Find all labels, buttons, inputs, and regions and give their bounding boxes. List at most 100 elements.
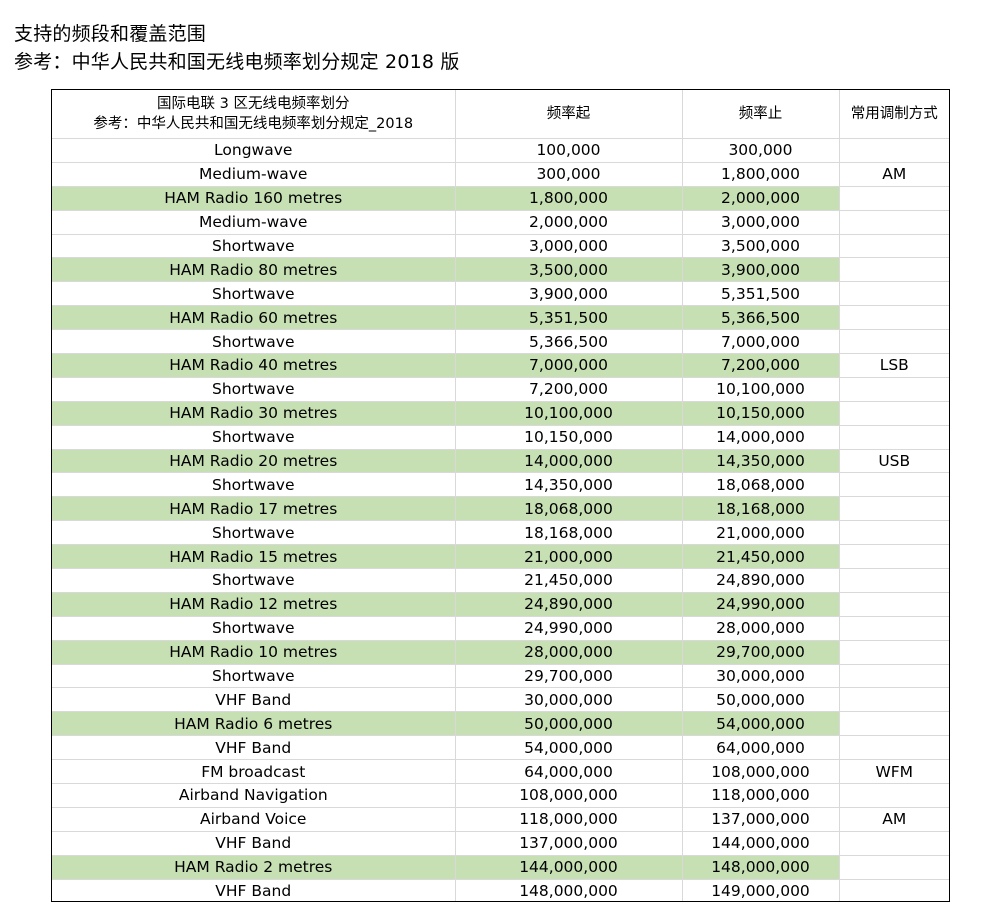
table-row: HAM Radio 17 metres 18,068,000 18,168,000 <box>52 496 949 522</box>
band-name-cell: VHF Band <box>52 830 456 856</box>
modulation-cell <box>838 305 949 331</box>
table-row: Airband Navigation 108,000,000 118,000,000 <box>52 783 949 808</box>
modulation-cell <box>838 520 949 546</box>
band-name-cell: Shortwave <box>52 472 456 498</box>
end-frequency-cell: 5,366,500 <box>681 305 840 331</box>
modulation-cell <box>838 735 949 761</box>
start-frequency-cell: 7,000,000 <box>454 353 683 378</box>
band-name-cell: Shortwave <box>52 615 456 641</box>
modulation-cell <box>838 233 949 259</box>
table-row: Shortwave 18,168,000 21,000,000 <box>52 520 949 546</box>
table-row: Shortwave 14,350,000 18,068,000 <box>52 472 949 498</box>
modulation-cell <box>838 854 949 880</box>
start-frequency-cell: 148,000,000 <box>454 878 683 901</box>
start-frequency-cell: 100,000 <box>454 138 683 163</box>
page-title: 支持的频段和覆盖范围 <box>14 23 207 45</box>
end-frequency-cell: 300,000 <box>681 138 840 163</box>
header-band-line2: 参考：中华人民共和国无线电频率划分规定_2018 <box>93 116 414 132</box>
table-row: Shortwave 21,450,000 24,890,000 <box>52 568 949 593</box>
table-row: HAM Radio 80 metres 3,500,000 3,900,000 <box>52 257 949 283</box>
start-frequency-cell: 21,000,000 <box>454 544 683 570</box>
modulation-cell <box>838 281 949 307</box>
band-name-cell: Shortwave <box>52 281 456 307</box>
end-frequency-cell: 14,350,000 <box>681 448 840 474</box>
start-frequency-cell: 137,000,000 <box>454 830 683 856</box>
page-subtitle: 参考：中华人民共和国无线电频率划分规定 2018 版 <box>14 51 460 73</box>
end-frequency-cell: 144,000,000 <box>681 830 840 856</box>
end-frequency-cell: 137,000,000 <box>681 806 840 832</box>
band-name-cell: Shortwave <box>52 233 456 259</box>
start-frequency-cell: 29,700,000 <box>454 663 683 689</box>
header-band: 国际电联 3 区无线电频率划分 参考：中华人民共和国无线电频率划分规定_2018 <box>52 90 456 139</box>
table-row: Shortwave 3,900,000 5,351,500 <box>52 281 949 307</box>
modulation-cell: WFM <box>838 759 949 785</box>
start-frequency-cell: 10,100,000 <box>454 400 683 426</box>
end-frequency-cell: 64,000,000 <box>681 735 840 761</box>
start-frequency-cell: 10,150,000 <box>454 424 683 450</box>
table-row: VHF Band 54,000,000 64,000,000 <box>52 735 949 761</box>
end-frequency-cell: 148,000,000 <box>681 854 840 880</box>
table-row: Medium-wave 300,000 1,800,000 AM <box>52 161 949 187</box>
start-frequency-cell: 30,000,000 <box>454 687 683 713</box>
end-frequency-cell: 18,068,000 <box>681 472 840 498</box>
table-row: VHF Band 137,000,000 144,000,000 <box>52 830 949 856</box>
modulation-cell <box>838 591 949 617</box>
band-name-cell: Shortwave <box>52 568 456 593</box>
start-frequency-cell: 50,000,000 <box>454 711 683 737</box>
band-name-cell: Shortwave <box>52 424 456 450</box>
table-row: Shortwave 10,150,000 14,000,000 <box>52 424 949 450</box>
band-name-cell: Medium-wave <box>52 161 456 187</box>
end-frequency-cell: 28,000,000 <box>681 615 840 641</box>
band-name-cell: VHF Band <box>52 735 456 761</box>
modulation-cell: AM <box>838 806 949 832</box>
end-frequency-cell: 10,100,000 <box>681 376 840 402</box>
modulation-cell <box>838 424 949 450</box>
band-name-cell: Shortwave <box>52 329 456 355</box>
table-row: HAM Radio 160 metres 1,800,000 2,000,000 <box>52 185 949 211</box>
table-row: Shortwave 3,000,000 3,500,000 <box>52 233 949 259</box>
band-name-cell: HAM Radio 6 metres <box>52 711 456 737</box>
band-name-cell: FM broadcast <box>52 759 456 785</box>
start-frequency-cell: 2,000,000 <box>454 209 683 235</box>
band-name-cell: Shortwave <box>52 376 456 402</box>
band-name-cell: HAM Radio 40 metres <box>52 353 456 378</box>
start-frequency-cell: 21,450,000 <box>454 568 683 593</box>
table-row: HAM Radio 15 metres 21,000,000 21,450,000 <box>52 544 949 570</box>
end-frequency-cell: 21,000,000 <box>681 520 840 546</box>
modulation-cell <box>838 878 949 901</box>
end-frequency-cell: 10,150,000 <box>681 400 840 426</box>
end-frequency-cell: 3,900,000 <box>681 257 840 283</box>
band-name-cell: HAM Radio 2 metres <box>52 854 456 880</box>
modulation-cell <box>838 663 949 689</box>
frequency-table: 国际电联 3 区无线电频率划分 参考：中华人民共和国无线电频率划分规定_2018… <box>52 90 949 901</box>
modulation-cell: USB <box>838 448 949 474</box>
modulation-cell <box>838 568 949 593</box>
modulation-cell <box>838 472 949 498</box>
modulation-cell <box>838 830 949 856</box>
header-start-frequency: 频率起 <box>454 90 683 139</box>
band-name-cell: HAM Radio 12 metres <box>52 591 456 617</box>
table-row: HAM Radio 40 metres 7,000,000 7,200,000 LSB <box>52 353 949 378</box>
start-frequency-cell: 24,990,000 <box>454 615 683 641</box>
end-frequency-cell: 1,800,000 <box>681 161 840 187</box>
modulation-cell <box>838 138 949 163</box>
table-row: HAM Radio 6 metres 50,000,000 54,000,000 <box>52 711 949 737</box>
table-row: Medium-wave 2,000,000 3,000,000 <box>52 209 949 235</box>
table-row: Longwave 100,000 300,000 <box>52 138 949 163</box>
table-row: HAM Radio 60 metres 5,351,500 5,366,500 <box>52 305 949 331</box>
modulation-cell <box>838 639 949 665</box>
start-frequency-cell: 3,500,000 <box>454 257 683 283</box>
end-frequency-cell: 18,168,000 <box>681 496 840 522</box>
table-row: Shortwave 24,990,000 28,000,000 <box>52 615 949 641</box>
start-frequency-cell: 144,000,000 <box>454 854 683 880</box>
start-frequency-cell: 14,000,000 <box>454 448 683 474</box>
end-frequency-cell: 24,990,000 <box>681 591 840 617</box>
table-header-row: 国际电联 3 区无线电频率划分 参考：中华人民共和国无线电频率划分规定_2018… <box>52 90 949 139</box>
end-frequency-cell: 2,000,000 <box>681 185 840 211</box>
start-frequency-cell: 300,000 <box>454 161 683 187</box>
start-frequency-cell: 3,000,000 <box>454 233 683 259</box>
modulation-cell <box>838 544 949 570</box>
table-row: Shortwave 7,200,000 10,100,000 <box>52 376 949 402</box>
header-band-line1: 国际电联 3 区无线电频率划分 <box>157 96 350 112</box>
modulation-cell <box>838 711 949 737</box>
